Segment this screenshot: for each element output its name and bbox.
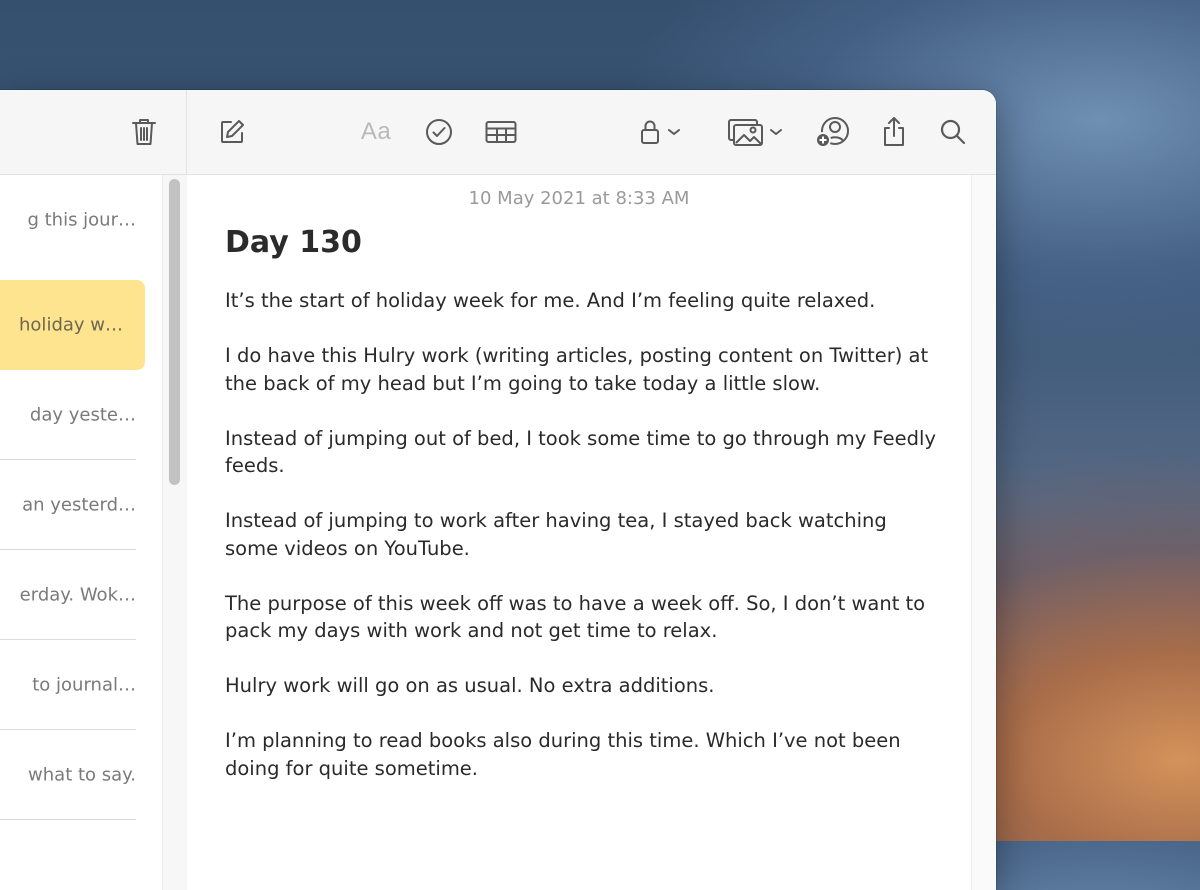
table-button[interactable] [482, 112, 520, 152]
chevron-down-icon [770, 129, 782, 135]
note-title[interactable]: Day 130 [225, 225, 362, 260]
note-snippet: day yeste… [29, 404, 136, 426]
note-snippet: an yesterd… [22, 494, 136, 516]
search-icon [940, 119, 966, 145]
table-icon [485, 121, 517, 143]
note-body[interactable]: It’s the start of holiday week for me. A… [225, 287, 937, 810]
media-icon [728, 119, 763, 146]
note-snippet: to journal… [32, 674, 136, 696]
note-paragraph: It’s the start of holiday week for me. A… [225, 289, 876, 312]
checklist-icon [426, 119, 452, 145]
checklist-button[interactable] [421, 112, 457, 152]
note-paragraph: I’m planning to read books also during t… [225, 729, 901, 780]
note-paragraph: Instead of jumping to work after having … [225, 509, 887, 560]
list-item[interactable]: an yesterd… [0, 460, 136, 550]
list-item[interactable]: g this jour… [0, 175, 136, 265]
list-item-selected[interactable]: holiday w… [0, 280, 145, 370]
list-item[interactable]: to journal… [0, 640, 136, 730]
toolbar: Aa [0, 90, 996, 175]
sidebar-scrollbar[interactable] [162, 175, 187, 890]
note-editor[interactable]: 10 May 2021 at 8:33 AM Day 130 It’s the … [187, 175, 971, 890]
list-item[interactable]: erday. Wok… [0, 550, 136, 640]
lock-icon [641, 120, 659, 144]
share-icon [884, 117, 904, 146]
note-paragraph: The purpose of this week off was to have… [225, 591, 926, 643]
note-paragraph: Hulry work will go on as usual. No extra… [225, 674, 715, 697]
note-date: 10 May 2021 at 8:33 AM [468, 188, 690, 209]
note-snippet: g this jour… [27, 209, 136, 231]
note-snippet: erday. Wok… [19, 584, 136, 606]
note-paragraph: I do have this Hulry work (writing artic… [225, 344, 929, 395]
toolbar-divider [186, 90, 187, 174]
note-snippet: what to say. [28, 764, 136, 786]
media-button[interactable] [722, 112, 788, 152]
add-people-button[interactable] [813, 112, 853, 152]
format-label: Aa [360, 118, 392, 145]
lock-button[interactable] [634, 112, 686, 152]
list-item[interactable]: day yeste… [0, 370, 136, 460]
delete-button[interactable] [126, 112, 162, 152]
format-button[interactable]: Aa [356, 112, 396, 152]
notes-window: Aa g this jour… holiday w… day yeste… an… [0, 90, 996, 890]
scrollbar-thumb[interactable] [169, 179, 180, 485]
chevron-down-icon [668, 129, 680, 135]
editor-scrollbar[interactable] [971, 175, 996, 890]
note-paragraph: Instead of jumping out of bed, I took so… [225, 426, 937, 478]
divider [0, 819, 136, 820]
list-item[interactable]: what to say. [0, 730, 136, 820]
compose-icon [221, 120, 244, 143]
notes-list: g this jour… holiday w… day yeste… an ye… [0, 175, 187, 890]
new-note-button[interactable] [214, 112, 250, 152]
note-snippet: holiday w… [19, 314, 123, 336]
trash-icon [132, 119, 156, 145]
add-people-icon [815, 117, 849, 148]
share-button[interactable] [876, 112, 912, 152]
search-button[interactable] [935, 112, 971, 152]
